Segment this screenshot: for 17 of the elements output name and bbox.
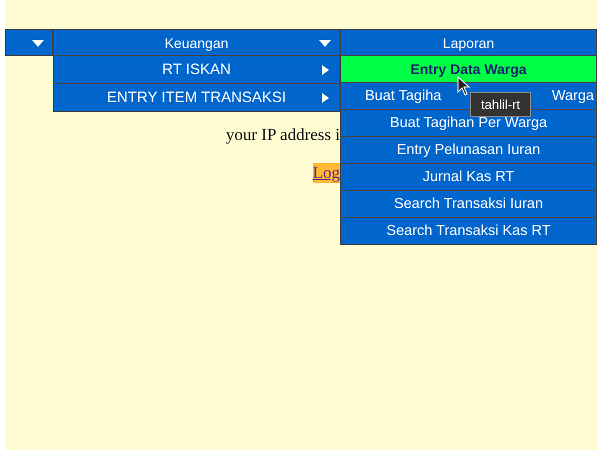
menu-item[interactable]: Search Transaksi Kas RT — [340, 218, 597, 245]
menu-item[interactable]: Laporan — [340, 29, 597, 56]
menu-item[interactable]: Jurnal Kas RT — [340, 164, 597, 191]
login-link[interactable]: Log — [312, 163, 340, 183]
menu-item-text: Buat Tagiha — [365, 88, 442, 104]
ip-address-text: your IP address i — [224, 125, 340, 145]
menu-item[interactable]: ENTRY ITEM TRANSAKSI — [53, 84, 340, 112]
menu-item[interactable]: Entry Pelunasan Iuran — [340, 137, 597, 164]
menu-item[interactable] — [5, 29, 53, 56]
menu-item[interactable]: Search Transaksi Iuran — [340, 191, 597, 218]
menu-item[interactable]: Entry Data Warga — [340, 56, 597, 83]
menu-item[interactable]: RT ISKAN — [53, 56, 340, 84]
menu-item[interactable]: Buat Tagihan Per Warga — [340, 110, 597, 137]
cursor-icon — [457, 76, 471, 96]
menu-item-text: Warga — [552, 88, 594, 104]
tooltip: tahlil-rt — [470, 92, 532, 117]
menu-item[interactable]: Keuangan — [53, 29, 340, 56]
